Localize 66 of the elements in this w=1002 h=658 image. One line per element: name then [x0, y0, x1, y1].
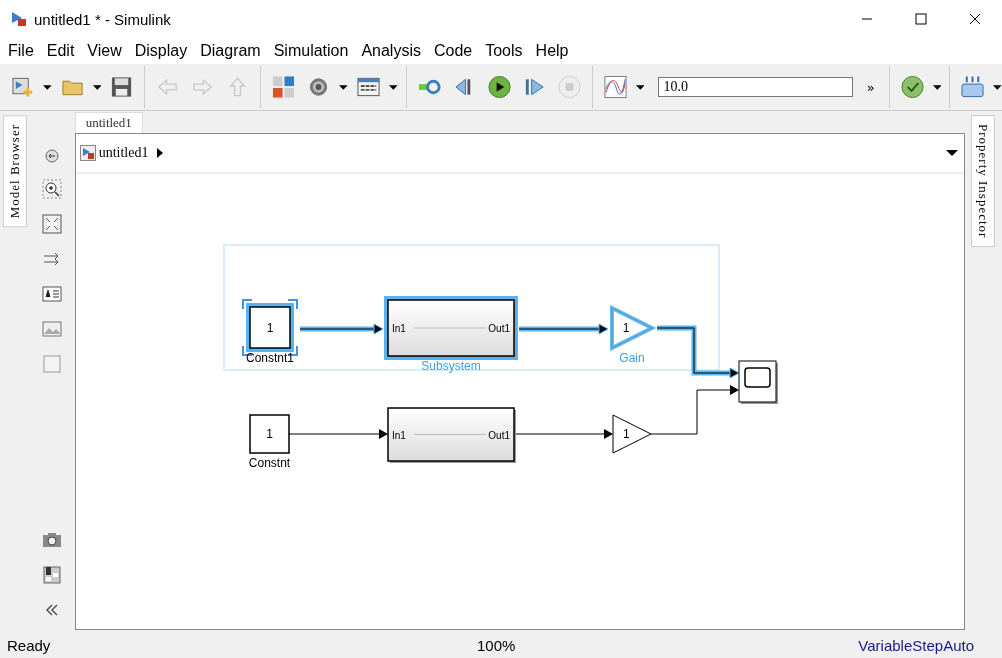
property-inspector-tab[interactable]: Property Inspector — [971, 115, 996, 248]
signal-line[interactable] — [518, 323, 609, 335]
constant-block[interactable] — [248, 414, 290, 454]
menu-item[interactable]: Simulation — [273, 42, 349, 60]
gain-block[interactable] — [612, 414, 652, 454]
signal-line[interactable] — [513, 429, 613, 439]
caret-icon[interactable] — [635, 82, 645, 92]
save-icon[interactable] — [110, 75, 134, 99]
block-name: Constnt — [248, 456, 290, 470]
menu-item[interactable]: File — [8, 42, 34, 60]
menu-item[interactable]: Tools — [485, 42, 523, 60]
menu-item[interactable]: Help — [535, 42, 569, 60]
stop-time-field[interactable]: 10.0 — [658, 77, 853, 97]
annotation-icon[interactable] — [42, 284, 63, 304]
signal-line[interactable] — [656, 325, 740, 379]
run-icon[interactable] — [487, 75, 511, 99]
menu-item[interactable]: Analysis — [361, 42, 421, 60]
caret-icon[interactable] — [156, 147, 165, 159]
camera-icon[interactable] — [42, 530, 63, 550]
caret-icon[interactable] — [43, 82, 52, 92]
block-value: 1 — [266, 320, 273, 335]
menu-item[interactable]: Edit — [46, 42, 75, 60]
solver-link[interactable]: VariableStepAuto — [858, 636, 974, 654]
block-name: Constnt1 — [245, 351, 294, 365]
caret-icon[interactable] — [932, 82, 942, 92]
signal-line[interactable] — [299, 323, 384, 335]
dropdown-caret-icon[interactable] — [945, 149, 958, 157]
back-icon[interactable] — [44, 148, 61, 164]
scope-plot-icon[interactable] — [603, 75, 627, 99]
overflow-button[interactable]: » — [866, 79, 875, 95]
menu-item[interactable]: View — [87, 42, 122, 60]
caret-icon[interactable] — [339, 82, 349, 92]
simulink-icon — [10, 10, 28, 28]
port-label: In1 — [391, 429, 406, 441]
zoom-icon[interactable] — [42, 179, 63, 199]
port-label: In1 — [391, 323, 406, 334]
keyboard-icon[interactable] — [961, 75, 985, 99]
port-label: Out1 — [487, 323, 510, 334]
subsystem-block[interactable] — [383, 296, 518, 360]
zoom-level: 100% — [477, 636, 516, 654]
table-icon[interactable] — [357, 75, 381, 99]
model-icon — [79, 145, 96, 161]
library-icon[interactable] — [272, 75, 296, 99]
block-value: 1 — [622, 427, 630, 441]
caret-icon[interactable] — [389, 82, 398, 92]
block-name: Subsystem — [421, 359, 481, 373]
scope-block[interactable] — [738, 360, 778, 404]
fit-view-icon[interactable] — [42, 214, 63, 234]
block-name: Gain — [619, 351, 645, 365]
port-label: Out1 — [487, 429, 510, 441]
editor-tab[interactable]: untitled1 — [74, 112, 143, 133]
caret-icon[interactable] — [92, 82, 102, 92]
status-text: Ready — [7, 636, 52, 654]
menu-item[interactable]: Code — [433, 42, 473, 60]
caret-icon[interactable] — [993, 82, 1002, 92]
menu-item[interactable]: Diagram — [200, 42, 261, 60]
block-value: 1 — [265, 427, 273, 441]
new-model-icon[interactable] — [11, 75, 35, 99]
check-icon[interactable] — [900, 75, 924, 99]
model-browser-tab[interactable]: Model Browser — [2, 115, 27, 228]
breadcrumb-item[interactable]: untitled1 — [98, 145, 149, 161]
block-value: 1 — [622, 321, 629, 335]
signal-line[interactable] — [288, 429, 388, 439]
window-title: untitled1 * - Simulink — [34, 10, 171, 28]
subsystem-block[interactable] — [386, 407, 516, 463]
menu-item[interactable]: Display — [134, 42, 188, 60]
